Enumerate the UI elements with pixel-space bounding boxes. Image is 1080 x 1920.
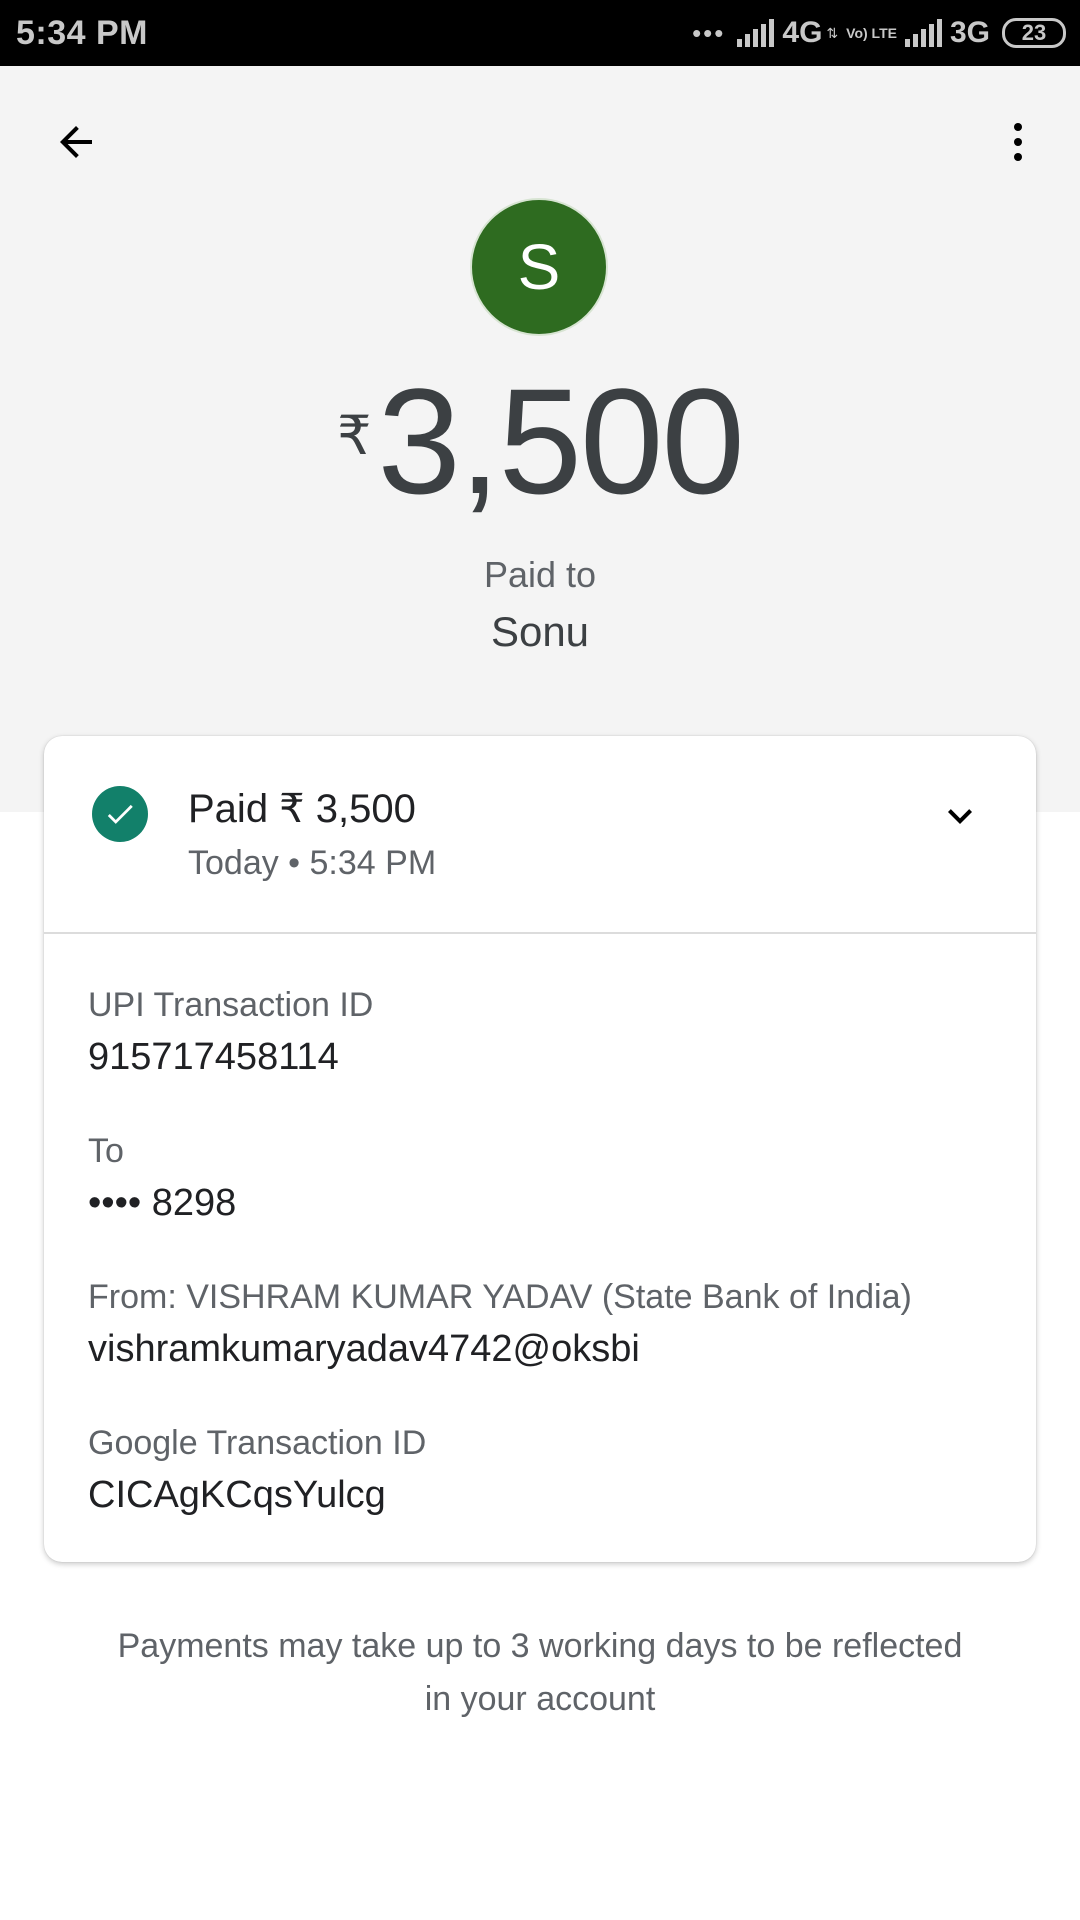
upi-transaction-id-value[interactable]: 915717458114: [88, 1036, 339, 1079]
amount-display: ₹ 3,500: [0, 366, 1080, 516]
payee-name: Sonu: [490, 608, 590, 655]
check-circle-icon: [92, 786, 148, 842]
transaction-details-card: Paid ₹ 3,500 Today • 5:34 PM UPI Transac…: [44, 736, 1036, 1562]
from-label: From: VISHRAM KUMAR YADAV (State Bank of…: [88, 1278, 912, 1316]
more-vert-icon: [1014, 123, 1022, 161]
more-options-button[interactable]: [982, 106, 1054, 178]
payment-status-title: Paid ₹ 3,500: [188, 787, 416, 831]
arrow-left-icon: [60, 126, 92, 158]
google-transaction-id-label: Google Transaction ID: [88, 1424, 427, 1462]
to-label: To: [88, 1132, 124, 1170]
processing-time-note: Payments may take up to 3 working days t…: [117, 1627, 963, 1718]
divider: [44, 932, 1036, 934]
to-account-value: •••• 8298: [88, 1182, 237, 1224]
from-upi-id-value[interactable]: vishramkumaryadav4742@oksbi: [88, 1328, 640, 1371]
signal-2-icon: [904, 19, 942, 47]
upi-transaction-id-label: UPI Transaction ID: [88, 986, 374, 1024]
status-icons: ••• 4G ⇅ Vo) LTE 3G 23: [692, 12, 1066, 54]
payment-summary-header: S ₹ 3,500 Paid to Sonu: [0, 66, 1080, 812]
network-type-2: 3G: [949, 16, 990, 49]
status-bar: 5:34 PM ••• 4G ⇅ Vo) LTE 3G 23: [0, 0, 1080, 66]
amount-value: 3,500: [377, 357, 744, 525]
volte-icon: Vo) LTE: [846, 24, 897, 41]
chevron-down-icon: [948, 809, 972, 824]
avatar: S: [470, 198, 608, 336]
payment-status-row[interactable]: Paid ₹ 3,500 Today • 5:34 PM: [44, 736, 1036, 932]
expand-button[interactable]: [924, 780, 996, 852]
network-type-1: 4G: [782, 16, 823, 49]
payment-status-time: Today • 5:34 PM: [188, 844, 437, 882]
google-transaction-id-value[interactable]: CICAgKCqsYulcg: [88, 1474, 386, 1517]
status-time: 5:34 PM: [16, 14, 148, 52]
signal-1-icon: [737, 19, 775, 47]
battery-icon: 23: [1002, 18, 1066, 48]
currency-symbol: ₹: [337, 406, 372, 466]
notification-dots-icon: •••: [692, 17, 726, 48]
paid-to-label: Paid to: [483, 554, 597, 595]
back-button[interactable]: [40, 106, 112, 178]
data-activity-icon: ⇅: [826, 25, 839, 41]
